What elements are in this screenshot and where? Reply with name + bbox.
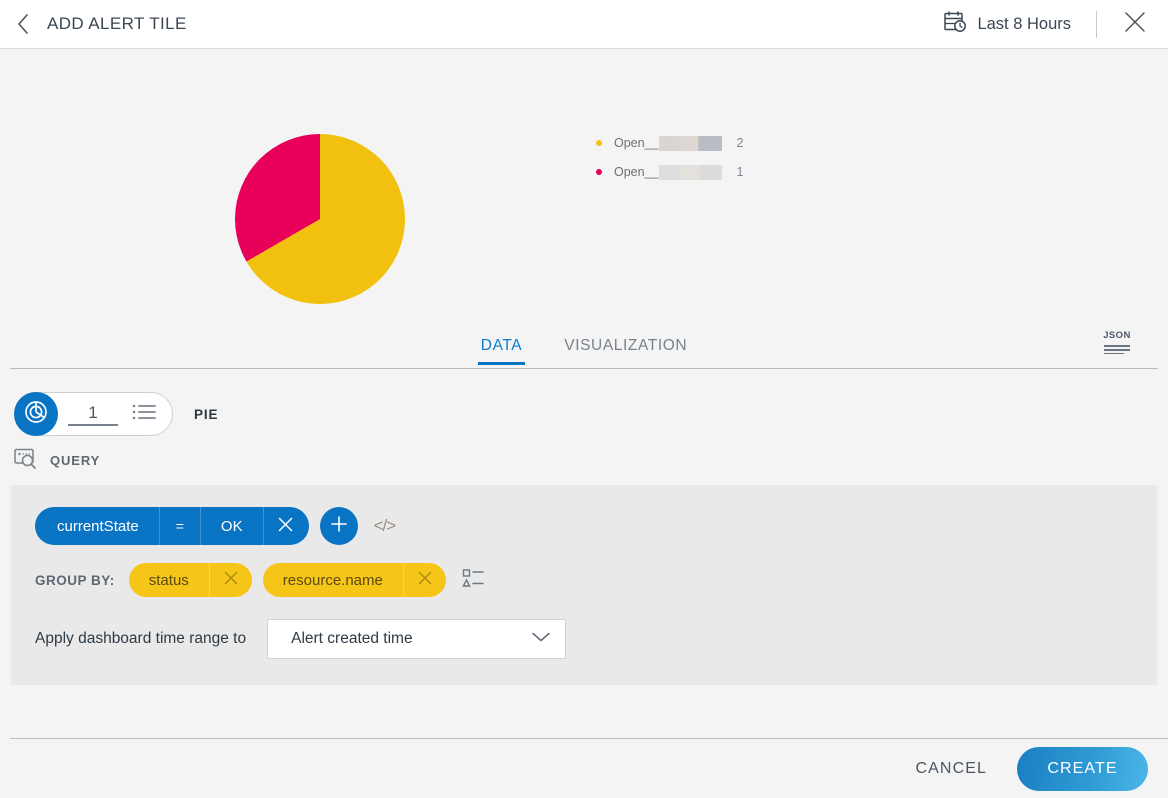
add-filter-button[interactable] <box>319 507 358 545</box>
filter-pill: currentState = OK <box>35 507 309 545</box>
close-icon <box>278 517 293 536</box>
list-icon <box>132 403 156 426</box>
close-icon <box>224 571 238 589</box>
time-field-select[interactable]: Alert created time <box>267 619 567 659</box>
tab-visualization[interactable]: VISUALIZATION <box>561 324 690 355</box>
redacted-label-block <box>659 135 723 151</box>
apply-time-range-row: Apply dashboard time range to Alert crea… <box>35 619 1133 659</box>
calendar-clock-icon <box>944 10 968 38</box>
chevron-left-icon <box>16 13 30 35</box>
legend-value: 2 <box>736 136 744 150</box>
header-divider <box>1096 10 1097 38</box>
group-by-pill: status <box>128 563 252 597</box>
legend-color-swatch <box>596 169 602 175</box>
filter-value[interactable]: OK <box>201 507 264 545</box>
group-by-label: GROUP BY: <box>35 572 115 588</box>
query-section-header: QUERY <box>0 436 1168 476</box>
time-range-picker[interactable]: Last 8 Hours <box>944 10 1071 38</box>
close-icon <box>1123 10 1147 39</box>
time-field-selected-value: Alert created time <box>291 630 413 647</box>
legend-color-swatch <box>596 140 602 146</box>
series-list-button[interactable] <box>122 394 166 434</box>
page-title: ADD ALERT TILE <box>47 14 187 33</box>
time-range-label: Last 8 Hours <box>977 14 1071 33</box>
group-by-field[interactable]: status <box>129 563 210 597</box>
tab-bar: DATA VISUALIZATION JSON <box>10 324 1158 370</box>
legend-label: Open__ <box>614 165 659 179</box>
filter-field[interactable]: currentState <box>35 507 160 545</box>
series-index[interactable]: 1 <box>68 403 118 426</box>
group-by-remove-button[interactable] <box>404 563 446 597</box>
json-view-button[interactable]: JSON <box>1102 330 1132 355</box>
query-search-icon <box>14 447 38 474</box>
filter-operator[interactable]: = <box>160 507 201 545</box>
chevron-down-icon <box>531 630 551 648</box>
group-by-remove-button[interactable] <box>210 563 252 597</box>
query-section-label: QUERY <box>50 452 101 468</box>
series-chart-type-button[interactable] <box>14 392 58 436</box>
series-selector: 1 <box>14 392 173 436</box>
pie-slices[interactable] <box>235 134 405 304</box>
tab-data[interactable]: DATA <box>477 324 526 365</box>
sort-icon <box>462 568 484 593</box>
json-lines-icon <box>1104 343 1130 355</box>
plus-icon <box>330 515 348 538</box>
close-icon <box>418 571 432 589</box>
legend-label: Open__ <box>614 136 659 150</box>
tab-list: DATA VISUALIZATION <box>10 324 1158 369</box>
tab-underline-rule <box>10 368 1158 369</box>
series-toolbar: 1 PIE <box>0 370 1168 436</box>
series-type-label: PIE <box>194 406 219 422</box>
pie-chart-icon <box>23 399 49 430</box>
close-button[interactable] <box>1120 9 1150 39</box>
filter-remove-button[interactable] <box>264 507 309 545</box>
code-view-button[interactable]: </> <box>374 516 397 536</box>
chart-preview: Open__ 2 Open__ 1 <box>0 49 1168 324</box>
dialog-footer: CANCEL CREATE <box>0 739 1168 798</box>
chart-legend: Open__ 2 Open__ 1 <box>596 135 743 180</box>
json-button-label: JSON <box>1103 330 1131 341</box>
dialog-header: ADD ALERT TILE Last 8 Hours <box>0 0 1168 49</box>
sort-button[interactable] <box>462 568 484 593</box>
filter-row: currentState = OK </> <box>35 507 1133 545</box>
apply-time-range-label: Apply dashboard time range to <box>35 630 247 647</box>
create-button[interactable]: CREATE <box>1017 746 1148 791</box>
group-by-pill: resource.name <box>262 563 446 597</box>
query-panel: currentState = OK </> GROUP BY: status r… <box>11 485 1157 685</box>
group-by-row: GROUP BY: status resource.name <box>35 563 1133 597</box>
legend-item[interactable]: Open__ 2 <box>596 135 743 151</box>
group-by-field[interactable]: resource.name <box>263 563 404 597</box>
pie-chart[interactable] <box>235 134 405 304</box>
legend-value: 1 <box>736 165 744 179</box>
redacted-label-block <box>659 164 723 180</box>
legend-item[interactable]: Open__ 1 <box>596 164 743 180</box>
cancel-button[interactable]: CANCEL <box>909 752 993 786</box>
back-button[interactable] <box>6 7 40 41</box>
